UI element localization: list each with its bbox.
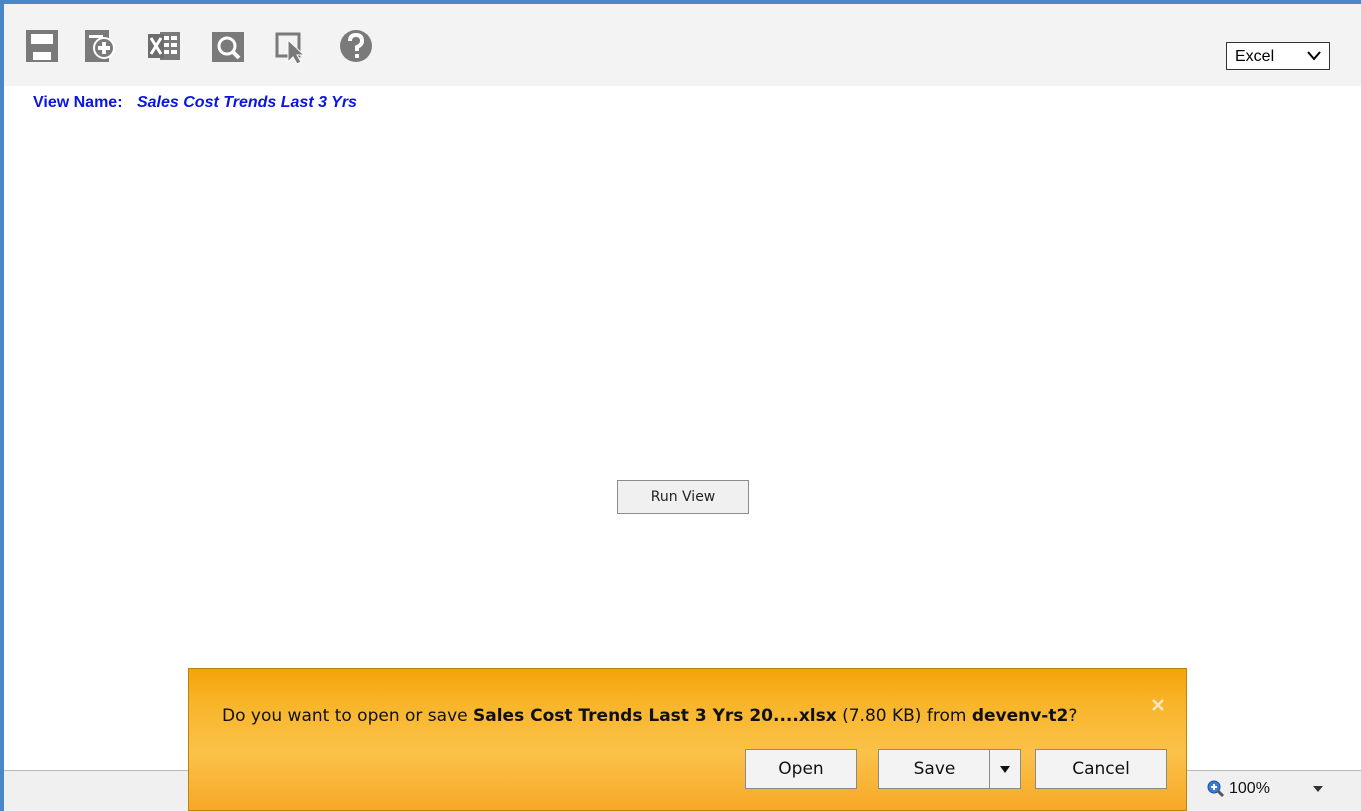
save-button[interactable]: Save xyxy=(878,749,990,789)
cancel-button[interactable]: Cancel xyxy=(1035,749,1167,789)
zoom-icon xyxy=(1207,780,1225,798)
zoom-control[interactable]: 100% xyxy=(1207,780,1270,798)
run-view-button[interactable]: Run View xyxy=(617,480,749,514)
export-format-value: Excel xyxy=(1235,48,1275,65)
open-button[interactable]: Open xyxy=(745,749,857,789)
download-message: Do you want to open or save Sales Cost T… xyxy=(222,706,1078,726)
window-frame-left xyxy=(0,0,4,811)
view-name-label: View Name: xyxy=(33,94,123,111)
view-name-value: Sales Cost Trends Last 3 Yrs xyxy=(136,94,357,111)
toolbar: Excel xyxy=(4,4,1361,86)
save-icon[interactable] xyxy=(24,26,60,66)
caret-down-icon xyxy=(1000,766,1010,773)
download-filename: Sales Cost Trends Last 3 Yrs 20....xlsx xyxy=(473,706,837,726)
save-options-dropdown[interactable] xyxy=(989,749,1021,789)
help-icon[interactable] xyxy=(338,26,374,66)
close-icon[interactable] xyxy=(1150,697,1166,713)
chevron-down-icon xyxy=(1307,51,1321,61)
preview-icon[interactable] xyxy=(210,26,246,66)
excel-export-icon[interactable] xyxy=(146,26,182,66)
export-format-select[interactable]: Excel xyxy=(1226,42,1330,70)
download-source: devenv-t2 xyxy=(971,706,1069,726)
view-name: View Name: Sales Cost Trends Last 3 Yrs xyxy=(33,94,357,112)
add-view-icon[interactable] xyxy=(82,26,118,66)
select-pointer-icon[interactable] xyxy=(274,26,310,66)
zoom-dropdown-icon[interactable] xyxy=(1312,784,1324,794)
download-notification-bar: Do you want to open or save Sales Cost T… xyxy=(188,668,1187,811)
zoom-level: 100% xyxy=(1229,780,1270,797)
